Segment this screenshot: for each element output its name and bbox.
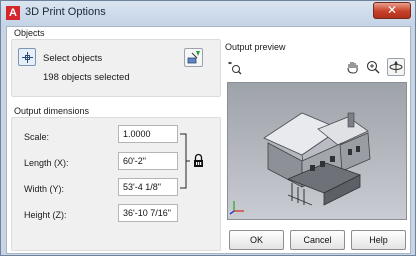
select-objects-label: Select objects <box>43 53 103 64</box>
length-field[interactable] <box>118 152 178 170</box>
zoom-icon <box>366 60 380 74</box>
lock-icon <box>194 153 203 167</box>
width-field[interactable] <box>118 178 178 196</box>
select-objects-icon <box>25 55 30 60</box>
pan-button[interactable] <box>345 59 361 75</box>
scale-field[interactable] <box>118 125 178 143</box>
zoom-extents-button[interactable] <box>227 60 243 76</box>
house-model-preview <box>229 112 371 215</box>
quick-select-button[interactable] <box>184 48 203 67</box>
lock-toggle[interactable] <box>192 153 205 168</box>
width-label: Width (Y): <box>24 184 65 194</box>
dialog-title: 3D Print Options <box>25 6 106 18</box>
objects-group: Objects Select objects 198 objects selec… <box>11 28 221 97</box>
dialog-body: Objects Select objects 198 objects selec… <box>6 26 411 254</box>
length-label: Length (X): <box>24 158 69 168</box>
scale-label: Scale: <box>24 132 50 142</box>
objects-selected-count: 198 objects selected <box>43 72 130 83</box>
zoom-button[interactable] <box>365 59 381 75</box>
height-field[interactable] <box>118 204 178 222</box>
ok-button[interactable]: OK <box>229 230 284 250</box>
output-preview-label: Output preview <box>225 42 286 52</box>
pan-icon <box>347 62 358 74</box>
height-label: Height (Z): <box>24 210 67 220</box>
objects-group-label: Objects <box>14 28 45 38</box>
select-objects-button[interactable] <box>18 48 36 66</box>
zoom-extents-icon <box>228 61 242 75</box>
orbit-button[interactable] <box>387 58 405 76</box>
close-button[interactable]: ✕ <box>373 2 411 19</box>
title-bar[interactable]: A 3D Print Options ✕ <box>1 1 415 25</box>
output-preview-viewport[interactable] <box>227 82 407 220</box>
dialog-window: A 3D Print Options ✕ Objects Select obje… <box>0 0 416 256</box>
orbit-icon <box>389 61 403 73</box>
cancel-button[interactable]: Cancel <box>290 230 345 250</box>
help-button[interactable]: Help <box>351 230 406 250</box>
quick-select-icon <box>187 51 200 64</box>
output-dimensions-label: Output dimensions <box>14 106 90 116</box>
output-dimensions-group: Output dimensions Scale: Length (X): Wid… <box>11 106 221 251</box>
autocad-logo-icon: A <box>6 6 20 20</box>
